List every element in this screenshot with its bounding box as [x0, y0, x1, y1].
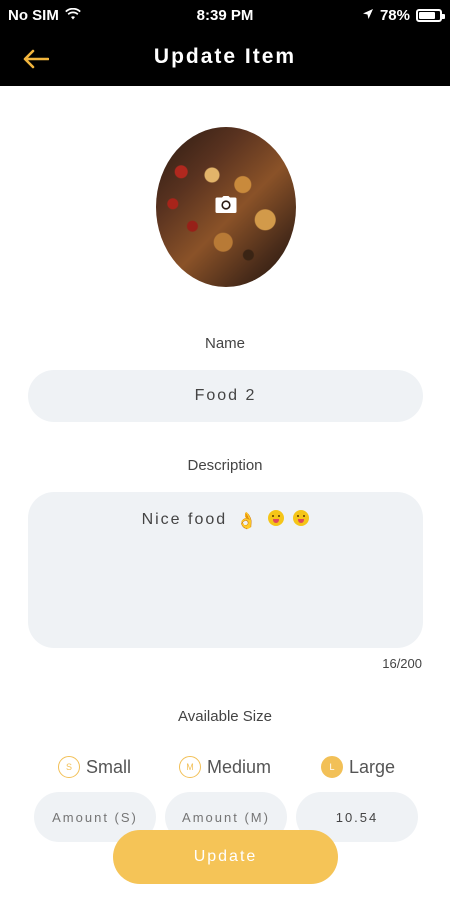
char-counter: 16/200: [382, 656, 422, 671]
battery-icon: [416, 9, 445, 22]
item-photo[interactable]: [156, 127, 296, 287]
ok-hand-emoji-icon: 👌: [236, 513, 259, 530]
description-input[interactable]: Nice food 👌: [28, 492, 423, 648]
size-label-large: Large: [349, 756, 396, 777]
description-label: Description: [187, 457, 263, 474]
app-header: Update Item: [0, 32, 450, 86]
update-button[interactable]: Update: [113, 830, 338, 884]
battery-level: [419, 12, 435, 19]
name-input[interactable]: [28, 370, 423, 422]
name-label: Name: [204, 335, 245, 352]
status-bar: No SIM 8:39 PM 78%: [0, 0, 450, 32]
size-badge-medium: M: [179, 756, 201, 778]
size-option-medium[interactable]: M Medium: [179, 756, 271, 778]
location-icon: [362, 7, 374, 24]
size-badge-small: S: [58, 756, 80, 778]
camera-icon[interactable]: [215, 196, 237, 219]
description-text: Nice food: [141, 511, 228, 528]
size-label: Available Size: [178, 708, 272, 725]
size-option-large[interactable]: L Large: [321, 756, 395, 778]
size-label-medium: Medium: [207, 756, 272, 777]
status-right: 78%: [362, 7, 445, 24]
page-title: Update Item: [153, 45, 297, 68]
size-badge-large: L: [321, 756, 343, 778]
yum-face-emoji-icon: [293, 510, 310, 526]
battery-percent: 78%: [379, 7, 410, 24]
size-label-small: Small: [86, 756, 132, 777]
size-option-small[interactable]: S Small: [58, 756, 131, 778]
yum-face-emoji-icon: [267, 510, 284, 526]
